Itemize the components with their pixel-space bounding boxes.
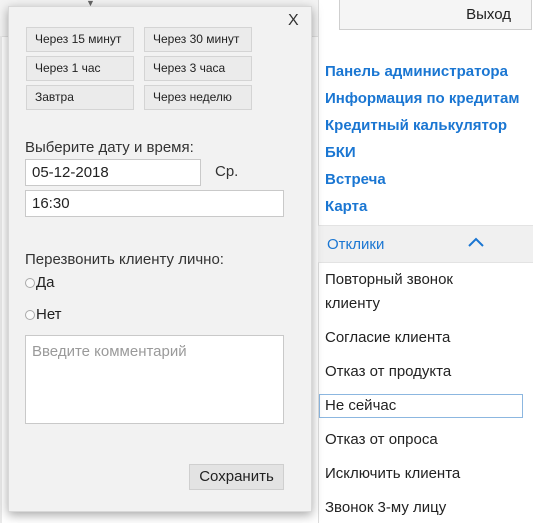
- responses-title: Отклики: [327, 236, 385, 253]
- radio-yes-label: Да: [36, 274, 55, 291]
- response-exclude-client[interactable]: Исключить клиента: [325, 462, 460, 486]
- response-callback-line2[interactable]: клиенту: [325, 292, 380, 316]
- close-button[interactable]: X: [288, 12, 299, 30]
- nav-link-map[interactable]: Карта: [325, 197, 519, 224]
- nav-link-bki[interactable]: БКИ: [325, 143, 519, 170]
- radio-no-label: Нет: [36, 306, 62, 323]
- datetime-label: Выберите дату и время:: [25, 139, 194, 156]
- response-client-agreement[interactable]: Согласие клиента: [325, 326, 450, 350]
- reschedule-popup: X Через 15 минут Через 30 минут Через 1 …: [8, 6, 312, 512]
- quick-button-3hours[interactable]: Через 3 часа: [144, 56, 252, 81]
- radio-no-row[interactable]: Нет: [25, 306, 62, 323]
- sidebar-nav: Панель администратора Информация по кред…: [325, 62, 519, 224]
- response-product-refusal[interactable]: Отказ от продукта: [325, 360, 451, 384]
- response-third-party-call[interactable]: Звонок 3-му лицу: [325, 496, 446, 520]
- response-callback-line1[interactable]: Повторный звонок: [325, 268, 453, 292]
- quick-button-15min[interactable]: Через 15 минут: [26, 27, 134, 52]
- radio-no[interactable]: [25, 310, 35, 320]
- nav-link-admin-panel[interactable]: Панель администратора: [325, 62, 519, 89]
- save-button[interactable]: Сохранить: [189, 464, 284, 490]
- quick-button-week[interactable]: Через неделю: [144, 85, 252, 110]
- weekday-label: Ср.: [215, 163, 239, 180]
- callback-label: Перезвонить клиенту лично:: [25, 251, 224, 268]
- chevron-up-icon[interactable]: [467, 235, 485, 249]
- radio-yes[interactable]: [25, 278, 35, 288]
- responses-header[interactable]: Отклики: [318, 225, 533, 263]
- logout-button[interactable]: Выход: [339, 0, 532, 30]
- quick-button-tomorrow[interactable]: Завтра: [26, 85, 134, 110]
- radio-yes-row[interactable]: Да: [25, 274, 55, 291]
- nav-link-meeting[interactable]: Встреча: [325, 170, 519, 197]
- quick-button-1hour[interactable]: Через 1 час: [26, 56, 134, 81]
- response-not-now[interactable]: Не сейчас: [319, 394, 523, 418]
- response-survey-refusal[interactable]: Отказ от опроса: [325, 428, 438, 452]
- nav-link-credit-calculator[interactable]: Кредитный калькулятор: [325, 116, 519, 143]
- date-field[interactable]: 05-12-2018: [25, 159, 201, 186]
- left-edge: [0, 36, 2, 523]
- nav-link-credit-info[interactable]: Информация по кредитам: [325, 89, 519, 116]
- quick-button-30min[interactable]: Через 30 минут: [144, 27, 252, 52]
- time-field[interactable]: 16:30: [25, 190, 284, 217]
- comment-textarea[interactable]: Введите комментарий: [25, 335, 284, 424]
